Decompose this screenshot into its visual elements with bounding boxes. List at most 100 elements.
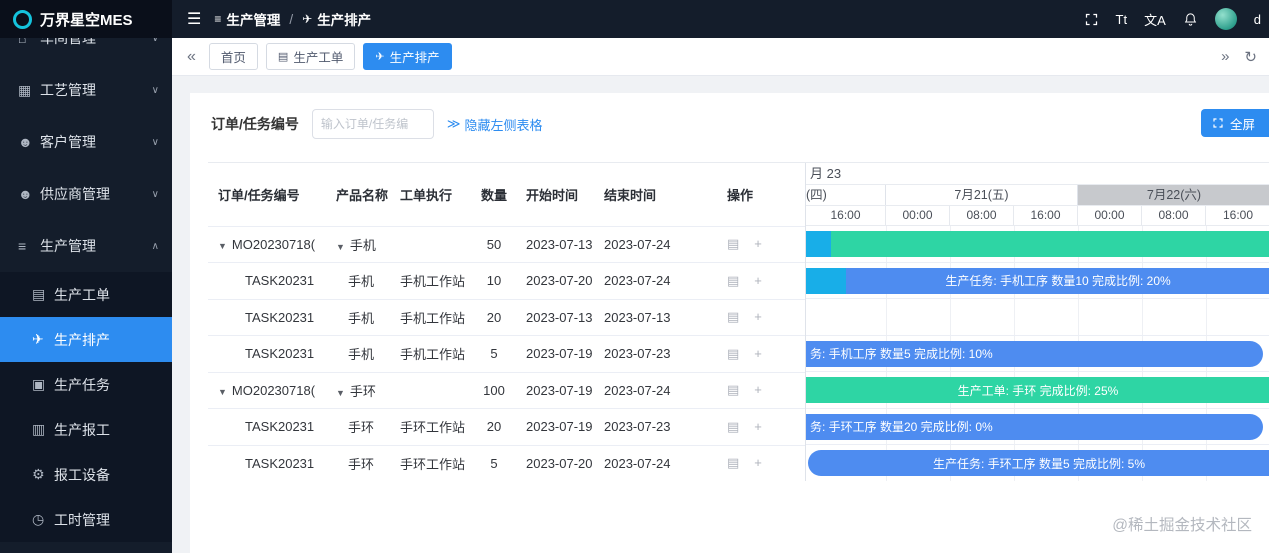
dropdown-triangle-icon[interactable]: ▼ xyxy=(336,388,345,398)
detail-icon[interactable]: ▤ xyxy=(727,419,739,435)
sidebar: ⌂ 车间管理 ∨ ▦ 工艺管理 ∨ ☻ 客户管理 ∨ ☻ 供应商管理 ∨ ≡ 生产管理 ∧ ▤ 生产工单 ✈ 生产排… xyxy=(0,38,172,553)
operation-icons: ▤ + xyxy=(727,346,805,362)
gantt-bar[interactable]: 务: 手环工序 数量20 完成比例: 0% xyxy=(806,413,1263,440)
content-card: 订单/任务编号 ≫ 隐藏左侧表格 全屏 xyxy=(190,93,1269,553)
gantt-bar-progress[interactable] xyxy=(806,267,846,294)
detail-icon[interactable]: ▤ xyxy=(727,382,739,398)
tab-workorder[interactable]: ▤ 生产工单 xyxy=(265,43,356,70)
column-header: 产品名称 xyxy=(328,163,392,227)
refresh-icon[interactable]: ↻ xyxy=(1244,48,1257,66)
gantt-bar[interactable] xyxy=(831,231,1269,257)
add-icon[interactable]: + xyxy=(754,419,762,435)
workshop-icon: ⌂ xyxy=(18,38,27,46)
tabs-collapse-right-icon[interactable]: » xyxy=(1221,48,1229,65)
sidebar-item-label: 工艺管理 xyxy=(40,82,96,98)
workstation-cell: 手机工作站 xyxy=(392,299,470,336)
sidebar-item-schedule[interactable]: ✈ 生产排产 xyxy=(0,317,172,362)
fullscreen-button[interactable]: 全屏 xyxy=(1200,109,1269,137)
sidebar-item-supplier[interactable]: ☻ 供应商管理 ∨ xyxy=(0,168,172,220)
avatar[interactable] xyxy=(1214,8,1237,30)
breadcrumb-item-label: 生产管理 xyxy=(226,13,281,28)
fullscreen-icon[interactable] xyxy=(1084,12,1099,27)
gantt-bar-progress[interactable] xyxy=(806,231,831,257)
header-actions: Tt 文A d xyxy=(1084,8,1269,30)
detail-icon[interactable]: ▤ xyxy=(727,346,739,362)
hours-icon: ◷ xyxy=(32,511,45,527)
sidebar-item-task[interactable]: ▣ 生产任务 xyxy=(0,362,172,407)
sidebar-item-workshop[interactable]: ⌂ 车间管理 ∨ xyxy=(0,38,172,64)
device-icon: ⚙ xyxy=(32,466,45,482)
customer-icon: ☻ xyxy=(18,134,33,150)
app-title: 万界星空MES xyxy=(40,11,133,29)
gantt-bar[interactable]: 生产任务: 手环工序 数量5 完成比例: 5% xyxy=(808,450,1269,476)
detail-icon[interactable]: ▤ xyxy=(727,273,739,289)
workstation-cell: 手环工作站 xyxy=(392,408,470,446)
product-name-cell: 手机 xyxy=(328,299,392,336)
table-row: TASK20231 手环 手环工作站 20 2023-07-19 2023-07-23 ▤ + xyxy=(208,408,805,446)
add-icon[interactable]: + xyxy=(754,382,762,398)
sidebar-item-label: 工时管理 xyxy=(54,511,110,528)
tabs: 首页 ▤ 生产工单 ✈ 生产排产 xyxy=(208,43,452,70)
quantity-cell: 100 xyxy=(470,372,518,409)
gantt-bar[interactable]: 生产任务: 手机工序 数量10 完成比例: 20% xyxy=(846,267,1269,294)
supplier-icon: ☻ xyxy=(18,186,33,202)
gantt-row: 生产任务: 手机工序 数量10 完成比例: 20% xyxy=(806,263,1269,299)
end-time-cell: 2023-07-23 xyxy=(596,335,680,373)
sidebar-item-customer[interactable]: ☻ 客户管理 ∨ xyxy=(0,116,172,168)
sidebar-item-workorder[interactable]: ▤ 生产工单 xyxy=(0,272,172,317)
sidebar-item-report[interactable]: ▥ 生产报工 xyxy=(0,407,172,452)
workstation-cell xyxy=(392,372,470,409)
add-icon[interactable]: + xyxy=(754,236,762,252)
order-task-code-cell: TASK20231 xyxy=(208,335,328,373)
detail-icon[interactable]: ▤ xyxy=(727,309,739,325)
start-time-cell: 2023-07-20 xyxy=(518,445,596,481)
production-icon: ≡ xyxy=(214,12,222,26)
detail-icon[interactable]: ▤ xyxy=(727,455,739,471)
end-time-cell: 2023-07-13 xyxy=(596,299,680,336)
gantt-bar[interactable]: 生产工单: 手环 完成比例: 25% xyxy=(806,377,1269,403)
detail-icon[interactable]: ▤ xyxy=(727,236,739,252)
add-icon[interactable]: + xyxy=(754,455,762,471)
schedule-icon: ✈ xyxy=(32,331,44,347)
sidebar-item-label: 报工设备 xyxy=(54,466,110,483)
tab-home[interactable]: 首页 xyxy=(208,43,258,70)
notification-bell-icon[interactable] xyxy=(1183,12,1198,27)
translate-icon[interactable]: 文A xyxy=(1144,10,1166,29)
expand-triangle-icon[interactable]: ▼ xyxy=(218,387,227,397)
user-name[interactable]: d xyxy=(1254,12,1261,27)
add-icon[interactable]: + xyxy=(754,273,762,289)
tab-schedule[interactable]: ✈ 生产排产 xyxy=(363,43,452,70)
table-row: ▼ MO20230718(▼ 手机 50 2023-07-13 2023-07-24 ▤ + xyxy=(208,226,805,263)
product-name-cell: 手机 xyxy=(328,335,392,373)
operation-icons: ▤ + xyxy=(727,419,805,435)
order-task-code-cell: ▼ MO20230718( xyxy=(208,226,328,263)
end-time-cell: 2023-07-24 xyxy=(596,372,680,409)
sidebar-item-device[interactable]: ⚙ 报工设备 xyxy=(0,452,172,497)
order-task-search-input[interactable] xyxy=(311,109,434,139)
sidebar-item-process[interactable]: ▦ 工艺管理 ∨ xyxy=(0,64,172,116)
dropdown-triangle-icon[interactable]: ▼ xyxy=(336,242,345,252)
add-icon[interactable]: + xyxy=(754,346,762,362)
sidebar-item-production[interactable]: ≡ 生产管理 ∧ xyxy=(0,220,172,272)
operation-cell: ▤ + xyxy=(680,445,805,481)
end-time-cell: 2023-07-23 xyxy=(596,408,680,446)
hide-left-table-label: 隐藏左侧表格 xyxy=(464,117,543,133)
breadcrumb: ≡ 生产管理 / ✈ 生产排产 xyxy=(214,9,371,29)
hamburger-menu-icon[interactable]: ☰ xyxy=(172,9,214,29)
watermark: @稀土掘金技术社区 xyxy=(1112,517,1252,534)
product-name-cell: 手环 xyxy=(328,445,392,481)
table-row: TASK20231 手机 手机工作站 20 2023-07-13 2023-07-13 ▤ + xyxy=(208,299,805,336)
hide-left-table-link[interactable]: ≫ 隐藏左侧表格 xyxy=(447,115,543,134)
sidebar-item-hours[interactable]: ◷ 工时管理 xyxy=(0,497,172,542)
expand-triangle-icon[interactable]: ▼ xyxy=(218,241,227,251)
workstation-cell xyxy=(392,226,470,263)
breadcrumb-item[interactable]: ✈ 生产排产 xyxy=(302,9,371,29)
workstation-cell: 手环工作站 xyxy=(392,445,470,481)
gantt-bar[interactable]: 务: 手机工序 数量5 完成比例: 10% xyxy=(806,340,1263,367)
filter-row: 订单/任务编号 ≫ 隐藏左侧表格 xyxy=(211,109,543,139)
breadcrumb-item[interactable]: ≡ 生产管理 xyxy=(214,9,280,29)
tabs-collapse-left-icon[interactable]: « xyxy=(182,48,201,66)
font-size-icon[interactable]: Tt xyxy=(1116,12,1128,27)
add-icon[interactable]: + xyxy=(754,309,762,325)
table-header-row: 订单/任务编号 产品名称 工单执行 数量 开始时间 结束时间 操作 xyxy=(208,163,805,227)
